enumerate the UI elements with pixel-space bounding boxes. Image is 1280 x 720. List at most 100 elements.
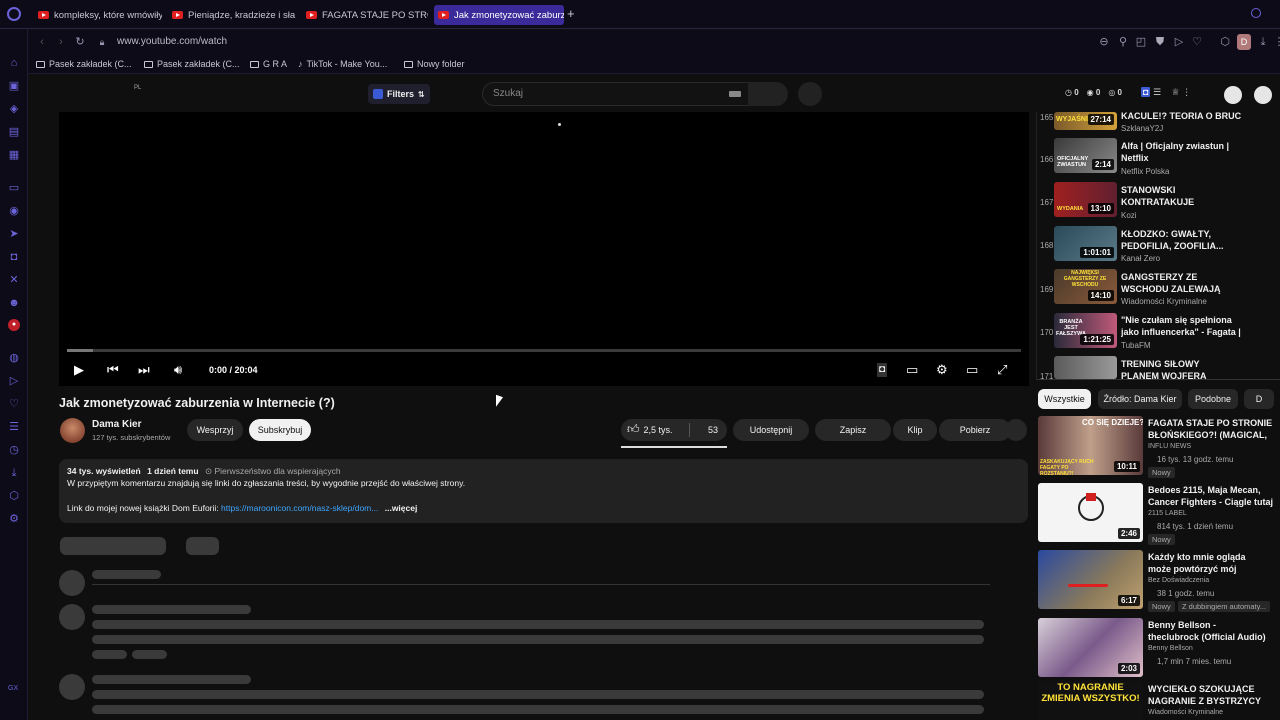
create-avatar[interactable] [1224,86,1242,104]
menu-icon[interactable]: ⋮ [1273,36,1280,48]
chip-all[interactable]: Wszystkie [1038,389,1091,409]
list-icon[interactable]: ☰ [1153,87,1161,97]
search-tabs-icon[interactable] [1251,8,1261,18]
bookmark-tiktok[interactable]: ♪ TikTok - Make You... [298,59,387,69]
playlist-channel[interactable]: Kanał Zero [1121,254,1160,263]
settings-icon[interactable]: ⚙ [8,513,20,525]
playlist-title[interactable]: Alfa | Oficjalny zwiastun | Netflix [1121,140,1231,164]
x-icon[interactable]: ✕ [8,274,20,286]
search-input[interactable]: Szukaj [482,82,750,106]
recommended-title[interactable]: Każdy kto mnie ogląda może powtórzyć mój… [1148,551,1266,575]
recommended-channel[interactable]: INFLU NEWS [1148,443,1191,450]
reload-icon[interactable]: ↻ [74,36,86,48]
playlist-thumbnail[interactable]: BRANŻA JEST FAŁSZYWA 1:21:25 [1054,313,1117,348]
tabs-icon[interactable]: ☰ [8,421,20,433]
pin-icon[interactable]: ⚲ [1117,36,1129,48]
ext-icon[interactable]: ◘ [1141,87,1151,97]
extension-player-icon[interactable]: ◘ [877,363,888,377]
subscribe-button[interactable]: Subskrybuj [249,419,311,441]
dislike-count[interactable]: 53 [708,425,718,435]
playlist-channel[interactable]: Netflix Polska [1121,167,1169,176]
back-icon[interactable]: ‹ [36,36,48,48]
playlist-thumbnail[interactable]: NAJWIĘKSI GANGSTERZY ZE WSCHODU 14:10 [1054,269,1117,304]
playlist-channel[interactable]: Kozi [1121,211,1137,220]
extension-icon[interactable]: ⬡ [8,490,20,502]
next-icon[interactable]: ⏭ [138,363,150,377]
playlist-channel[interactable]: TubaFM [1121,341,1151,350]
support-button[interactable]: Wesprzyj [187,419,243,441]
recommended-title[interactable]: Benny Bellson - theclubrock (Official Au… [1148,619,1266,643]
more-actions-button[interactable] [1005,419,1027,441]
tab-4-active[interactable]: Jak zmonetyzować zaburz [434,5,564,25]
chip-more[interactable]: D [1244,389,1274,409]
telegram-icon[interactable]: ➤ [8,228,20,240]
playlist-channel[interactable]: SzklanaY2J [1121,124,1163,133]
recommended-channel[interactable]: 2115 LABEL [1148,510,1187,517]
playlist-title[interactable]: GANGSTERZY ZE WSCHODU ZALEWAJĄ POLSKĘ! [1121,271,1241,295]
playlist-thumbnail[interactable]: WYDANIA 13:10 [1054,182,1117,217]
tab-2[interactable]: Pieniądze, kradzieże i sła [168,5,296,25]
zoom-icon[interactable]: ⊖ [1098,36,1110,48]
settings-gear-icon[interactable]: ⚙ [936,363,948,377]
grid-icon[interactable]: ⋮ [1182,87,1191,97]
new-tab-button[interactable]: + [567,7,575,21]
recommended-thumbnail[interactable]: 6:17 [1038,550,1143,609]
progress-track[interactable] [67,349,1021,352]
bookmark-icon[interactable]: ◈ [8,103,20,115]
heart-icon[interactable]: ♡ [8,398,20,410]
cast-icon[interactable]: ▷ [1173,36,1185,48]
playlist-title[interactable]: TRENING SIŁOWY PLANEM WOJFERA [1121,358,1231,380]
keyboard-icon[interactable] [729,91,741,97]
play-icon[interactable]: ▷ [8,375,20,387]
recommended-channel[interactable]: Wiadomości Kryminalne [1148,709,1223,716]
channel-avatar[interactable] [60,418,85,443]
recommended-title[interactable]: WYCIEKŁO SZOKUJĄCE NAGRANIE Z BYSTRZYCY … [1148,683,1266,707]
account-avatar[interactable] [1254,86,1272,104]
discord-icon[interactable]: ☻ [8,297,20,309]
voice-search-button[interactable] [798,82,822,106]
like-button[interactable]: 👍︎ 2,5 tys. [627,422,673,437]
recommended-thumbnail[interactable]: CO SIĘ DZIEJE? ZASKAKUJĄCY RUCH FAGATY P… [1038,416,1143,475]
playlist-title[interactable]: KŁODZKO: GWAŁTY, PEDOFILIA, ZOOFILIA... [1121,228,1231,252]
filters-button[interactable]: Filters ⇅ [368,84,430,104]
messenger-icon[interactable]: ◉ [8,205,20,217]
recommended-thumbnail[interactable]: 2:46 [1038,483,1143,542]
theater-mode-icon[interactable]: ▭ [966,363,978,377]
playlist-title[interactable]: STANOWSKI KONTRATAKUJE WOJEWÓDZKIEGO! ZA… [1121,184,1241,208]
bag-icon[interactable]: ▣ [8,80,20,92]
save-button[interactable]: Zapisz [815,419,891,441]
media-icon[interactable]: ▦ [8,149,20,161]
snapshot-icon[interactable]: ◰ [1135,36,1147,48]
profile-avatar[interactable]: D [1237,34,1251,50]
recommended-thumbnail[interactable]: TO NAGRANIE ZMIENIA WSZYSTKO! [1038,681,1143,720]
recommended-thumbnail[interactable]: 2:03 [1038,618,1143,677]
tab-1[interactable]: kompleksy, które wmówiły [34,5,162,25]
bookmark-folder-3[interactable]: G R A [250,59,287,69]
url-field[interactable]: www.youtube.com/watch [117,36,227,47]
playlist-channel[interactable]: Wiadomości Kryminalne [1121,297,1207,306]
volume-icon[interactable]: 🔊︎ [174,363,182,377]
recommended-channel[interactable]: Benny Bellson [1148,645,1193,652]
recommended-title[interactable]: FAGATA STAJE PO STRONIE BŁOŃSKIEGO?! (MA… [1148,417,1276,441]
clip-button[interactable]: Klip [893,419,937,441]
share-button[interactable]: Udostępnij [733,419,809,441]
player-icon[interactable]: ◍ [8,352,20,364]
extensions-icon[interactable]: ⬡ [1219,36,1231,48]
playlist-thumbnail[interactable] [1054,356,1117,379]
chip-source[interactable]: Źródło: Dama Kier [1098,389,1182,409]
playlist-thumbnail[interactable]: OFICJALNY ZWIASTUN 2:14 [1054,138,1117,173]
playlist-thumbnail[interactable]: 1:01:01 [1054,226,1117,261]
search-button[interactable] [748,82,788,106]
favorites-heart-icon[interactable]: ♡ [1191,36,1203,48]
playlist-thumbnail[interactable]: WYJAŚNIA 27:14 [1054,112,1117,130]
playlist-title[interactable]: KACULE!? TEORIA O BRUCE!... [1121,110,1241,122]
play-button[interactable]: ▶ [74,363,84,377]
vpn-shield-icon[interactable]: ⛊ [1154,36,1166,48]
instagram-icon[interactable]: ◘ [8,251,20,263]
video-player[interactable] [59,112,1029,386]
downloads-icon[interactable]: ⤓ [1257,36,1269,48]
subtitles-icon[interactable]: ▭ [906,363,918,377]
previous-icon[interactable]: ⏮ [107,363,119,377]
twitch-icon[interactable]: ▭ [8,182,20,194]
recommended-title[interactable]: Bedoes 2115, Maja Mecan, Cancer Fighters… [1148,484,1276,508]
